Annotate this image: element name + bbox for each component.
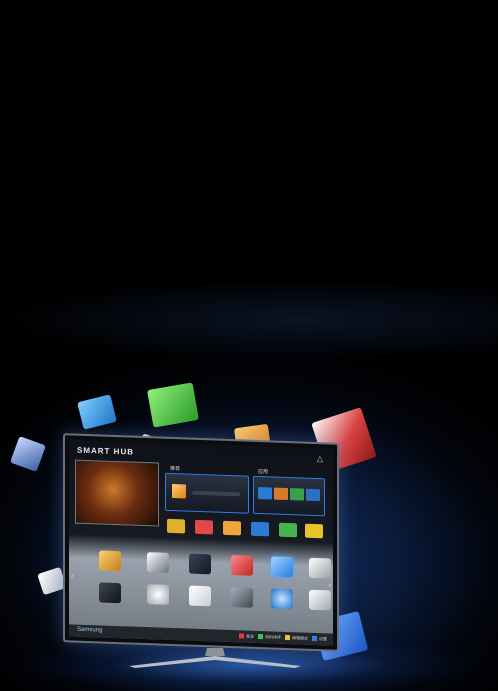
app-icon[interactable] <box>195 519 213 535</box>
color-key-icon <box>312 635 317 642</box>
my-apps-row-2 <box>83 582 331 620</box>
document-icon[interactable] <box>309 589 331 611</box>
recommended-tile-icon[interactable] <box>172 483 186 499</box>
samsung-logo: Samsung <box>77 626 103 634</box>
color-button-legend-item[interactable]: 编辑模式 <box>285 634 308 642</box>
recommended-progress-bar <box>192 490 240 497</box>
color-button-legend-item[interactable]: 登录 <box>239 633 254 640</box>
apps-panel[interactable]: 应用 <box>253 469 325 517</box>
photo-icon[interactable] <box>189 585 211 607</box>
color-button-legend-item[interactable]: 设置 <box>312 635 327 643</box>
recommended-panel-label: 推荐 <box>170 465 181 473</box>
app-tile-icon[interactable] <box>258 486 272 500</box>
app-icon[interactable] <box>223 520 241 536</box>
smart-hub-screen: SMART HUB △ 推荐 应用 ‹ › Samsung 登录 资料排序 编辑… <box>69 439 333 646</box>
color-button-label: 编辑模式 <box>292 635 308 641</box>
disc-icon[interactable] <box>147 584 169 605</box>
app-icon[interactable] <box>251 521 269 537</box>
color-button-label: 资料排序 <box>265 634 281 640</box>
settings-icon[interactable] <box>99 582 121 604</box>
color-button-legend: 登录 资料排序 编辑模式 设置 <box>235 633 327 642</box>
browser-icon[interactable] <box>147 552 169 573</box>
nav-right-arrow[interactable]: › <box>328 580 331 589</box>
live-tv-preview[interactable] <box>75 459 159 527</box>
apps-panel-label: 应用 <box>258 468 269 476</box>
floating-app-icon-small-left <box>10 436 46 472</box>
app-tile-icon[interactable] <box>306 488 320 502</box>
app-tile-icon[interactable] <box>290 488 304 501</box>
color-button-label: 登录 <box>246 633 254 639</box>
television: SMART HUB △ 推荐 应用 ‹ › Samsung 登录 资料排序 编辑… <box>63 433 339 652</box>
color-button-legend-item[interactable]: 资料排序 <box>258 633 281 641</box>
smart-hub-app-icon[interactable] <box>99 550 121 572</box>
camera-icon[interactable] <box>231 587 253 608</box>
color-key-icon <box>239 633 244 639</box>
featured-apps-row <box>165 518 325 551</box>
tv-stand <box>129 648 301 668</box>
background-glow <box>0 250 498 390</box>
globe-icon[interactable] <box>271 588 293 610</box>
nav-left-arrow[interactable]: ‹ <box>71 571 74 580</box>
video-icon[interactable] <box>189 553 211 575</box>
color-key-icon <box>285 634 290 641</box>
social-icon[interactable] <box>271 556 293 578</box>
game-icon[interactable] <box>231 555 253 576</box>
app-icon[interactable] <box>305 523 323 539</box>
smart-hub-title: SMART HUB <box>77 445 134 457</box>
color-key-icon <box>258 633 263 640</box>
floating-app-icon-green <box>147 382 199 428</box>
recommended-panel[interactable]: 推荐 <box>165 466 249 514</box>
color-button-label: 设置 <box>319 636 327 642</box>
floating-app-icon-blue <box>77 394 117 430</box>
wifi-icon: △ <box>316 454 323 464</box>
app-tile-icon[interactable] <box>274 487 288 501</box>
smart-hub-bottom-bar: Samsung 登录 资料排序 编辑模式 设置 <box>69 624 333 646</box>
app-icon[interactable] <box>279 522 297 538</box>
music-icon[interactable] <box>309 557 331 579</box>
background: SMART HUB △ 推荐 应用 ‹ › Samsung 登录 资料排序 编辑… <box>0 0 498 691</box>
app-icon[interactable] <box>167 518 185 534</box>
